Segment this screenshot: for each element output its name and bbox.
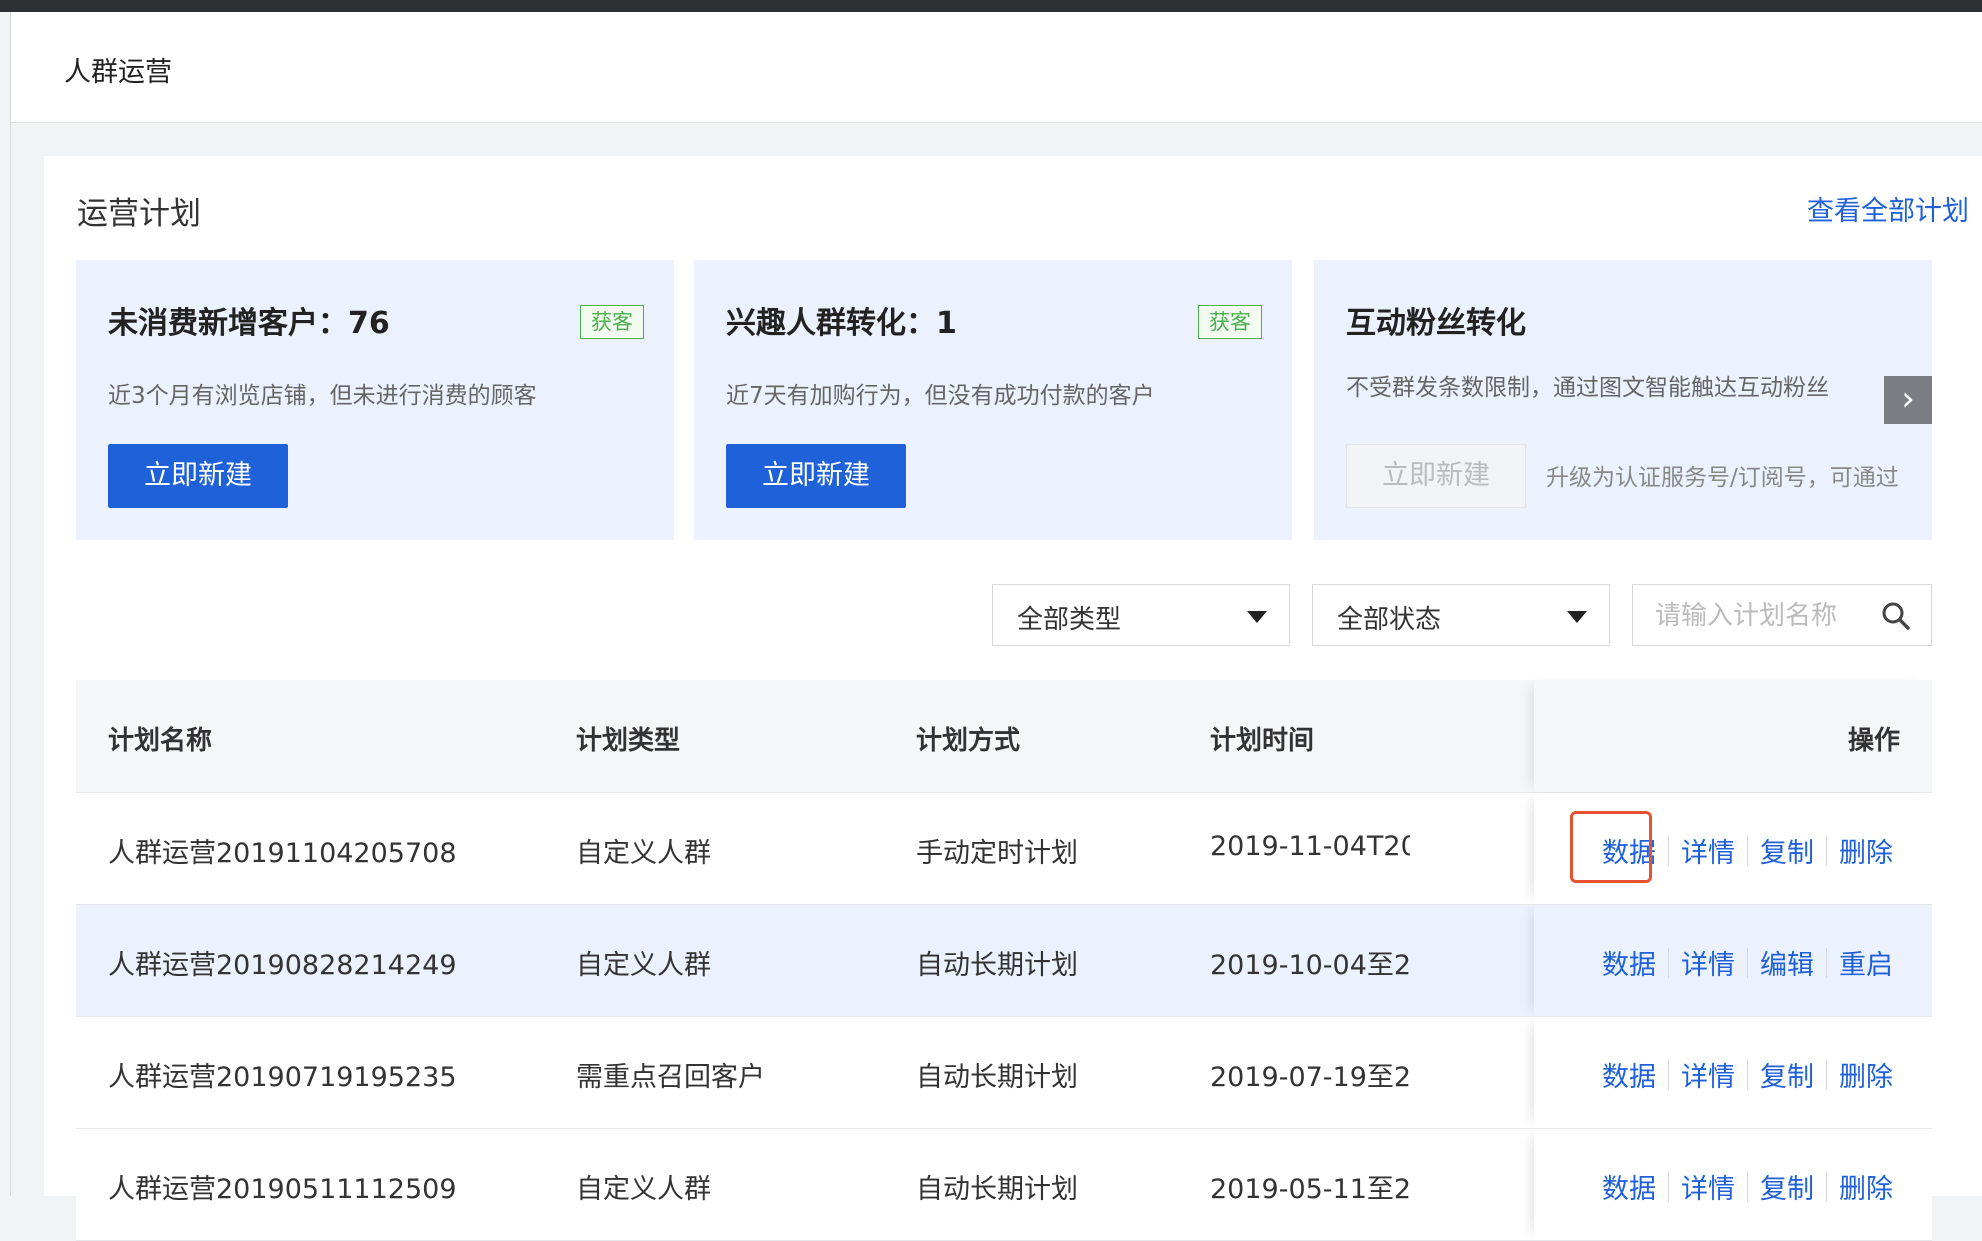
plan-name: 人群运营20190511112509: [108, 1174, 457, 1205]
row-actions: 数据 详情 编辑 重启: [1534, 905, 1932, 1016]
operation-plan-panel: 运营计划 查看全部计划 未消费新增客户：76 获客 近3个月有浏览店铺，但未进行…: [44, 156, 1982, 1241]
card-title: 互动粉丝转化: [1346, 306, 1526, 341]
page-header: 人群运营: [11, 12, 1982, 123]
plan-type: 自定义人群: [576, 1174, 711, 1205]
status-select[interactable]: 全部状态: [1312, 584, 1610, 646]
data-link[interactable]: 数据: [1590, 943, 1668, 982]
search-icon[interactable]: [1881, 601, 1911, 631]
col-plan-time: 计划时间: [1210, 726, 1315, 756]
plan-mode: 自动长期计划: [916, 950, 1078, 981]
plan-time: 2019-10-04至2019-11-10: [1210, 950, 1410, 981]
copy-link[interactable]: 复制: [1748, 831, 1826, 870]
status-select-value: 全部状态: [1337, 605, 1442, 635]
plan-time: 2019-11-04T20:57:27: [1210, 831, 1410, 862]
copy-link[interactable]: 复制: [1748, 1167, 1826, 1206]
plan-card-unconsumed: 未消费新增客户：76 获客 近3个月有浏览店铺，但未进行消费的顾客 立即新建: [76, 260, 674, 540]
copy-link[interactable]: 复制: [1748, 1055, 1826, 1094]
page-title: 人群运营: [64, 57, 172, 88]
detail-link[interactable]: 详情: [1669, 1055, 1747, 1094]
plan-type: 自定义人群: [576, 950, 711, 981]
plan-card-fans: 互动粉丝转化 不受群发条数限制，通过图文智能触达互动粉丝 立即新建 升级为认证服…: [1314, 260, 1932, 540]
detail-link[interactable]: 详情: [1669, 831, 1747, 870]
search-input[interactable]: [1653, 597, 1877, 635]
card-title: 未消费新增客户：76: [108, 306, 390, 341]
delete-link[interactable]: 删除: [1827, 1055, 1905, 1094]
data-link[interactable]: 数据: [1590, 831, 1668, 870]
card-title: 兴趣人群转化：1: [726, 306, 957, 341]
plan-type: 需重点召回客户: [576, 1062, 765, 1093]
row-actions: 数据 详情 复制 删除: [1534, 1017, 1932, 1128]
table-row: 人群运营20190828214249 自定义人群 自动长期计划 2019-10-…: [76, 905, 1932, 1017]
create-now-button[interactable]: 立即新建: [108, 444, 288, 508]
edit-link[interactable]: 编辑: [1748, 943, 1826, 982]
data-link[interactable]: 数据: [1590, 1055, 1668, 1094]
create-now-button[interactable]: 立即新建: [726, 444, 906, 508]
create-now-button-disabled: 立即新建: [1346, 444, 1526, 508]
left-divider: [10, 12, 11, 1196]
plan-name: 人群运营20190828214249: [108, 950, 457, 981]
acquire-tag: 获客: [1198, 305, 1262, 339]
plan-name: 人群运营20190719195235: [108, 1062, 457, 1093]
table-row: 人群运营20190719195235 需重点召回客户 自动长期计划 2019-0…: [76, 1017, 1932, 1129]
card-desc: 近3个月有浏览店铺，但未进行消费的顾客: [108, 383, 537, 409]
col-plan-name: 计划名称: [108, 726, 213, 756]
detail-link[interactable]: 详情: [1669, 1167, 1747, 1206]
plan-mode: 手动定时计划: [916, 838, 1078, 869]
type-select[interactable]: 全部类型: [992, 584, 1290, 646]
plan-mode: 自动长期计划: [916, 1062, 1078, 1093]
plan-table: 计划名称 计划类型 计划方式 计划时间 操作 人群运营2019110420570…: [76, 680, 1932, 1241]
chevron-right-icon[interactable]: ›: [1884, 376, 1932, 424]
plan-time: 2019-07-19至2019-07-3: [1210, 1062, 1410, 1093]
plan-type: 自定义人群: [576, 838, 711, 869]
table-row: 人群运营20190511112509 自定义人群 自动长期计划 2019-05-…: [76, 1129, 1932, 1241]
acquire-tag: 获客: [580, 305, 644, 339]
card-desc: 不受群发条数限制，通过图文智能触达互动粉丝: [1346, 375, 1829, 401]
type-select-value: 全部类型: [1017, 605, 1122, 635]
plan-card-interest: 兴趣人群转化：1 获客 近7天有加购行为，但没有成功付款的客户 立即新建: [694, 260, 1292, 540]
card-desc: 近7天有加购行为，但没有成功付款的客户: [726, 383, 1155, 409]
caret-down-icon: [1567, 611, 1587, 623]
row-actions: 数据 详情 复制 删除: [1534, 1129, 1932, 1240]
row-actions: 数据 详情 复制 删除: [1534, 793, 1932, 904]
plan-time: 2019-05-11至2019-06-0: [1210, 1174, 1410, 1205]
detail-link[interactable]: 详情: [1669, 943, 1747, 982]
top-bar: [0, 0, 1982, 12]
upgrade-note: 升级为认证服务号/订阅号，可通过: [1546, 465, 1899, 491]
caret-down-icon: [1247, 611, 1267, 623]
col-plan-type: 计划类型: [576, 726, 681, 756]
ops-header-cell: 操作: [1534, 680, 1932, 792]
col-actions: 操作: [1847, 726, 1900, 756]
data-link[interactable]: 数据: [1590, 1167, 1668, 1206]
view-all-plans-link[interactable]: 查看全部计划: [1807, 189, 1969, 228]
col-plan-mode: 计划方式: [916, 726, 1021, 756]
plan-name: 人群运营20191104205708: [108, 838, 457, 869]
panel-title: 运营计划: [77, 196, 201, 232]
delete-link[interactable]: 删除: [1827, 831, 1905, 870]
table-header: 计划名称 计划类型 计划方式 计划时间 操作: [76, 680, 1932, 793]
table-row: 人群运营20191104205708 自定义人群 手动定时计划 2019-11-…: [76, 793, 1932, 905]
plan-mode: 自动长期计划: [916, 1174, 1078, 1205]
delete-link[interactable]: 删除: [1827, 1167, 1905, 1206]
restart-link[interactable]: 重启: [1827, 943, 1905, 982]
plan-search: [1632, 584, 1932, 646]
